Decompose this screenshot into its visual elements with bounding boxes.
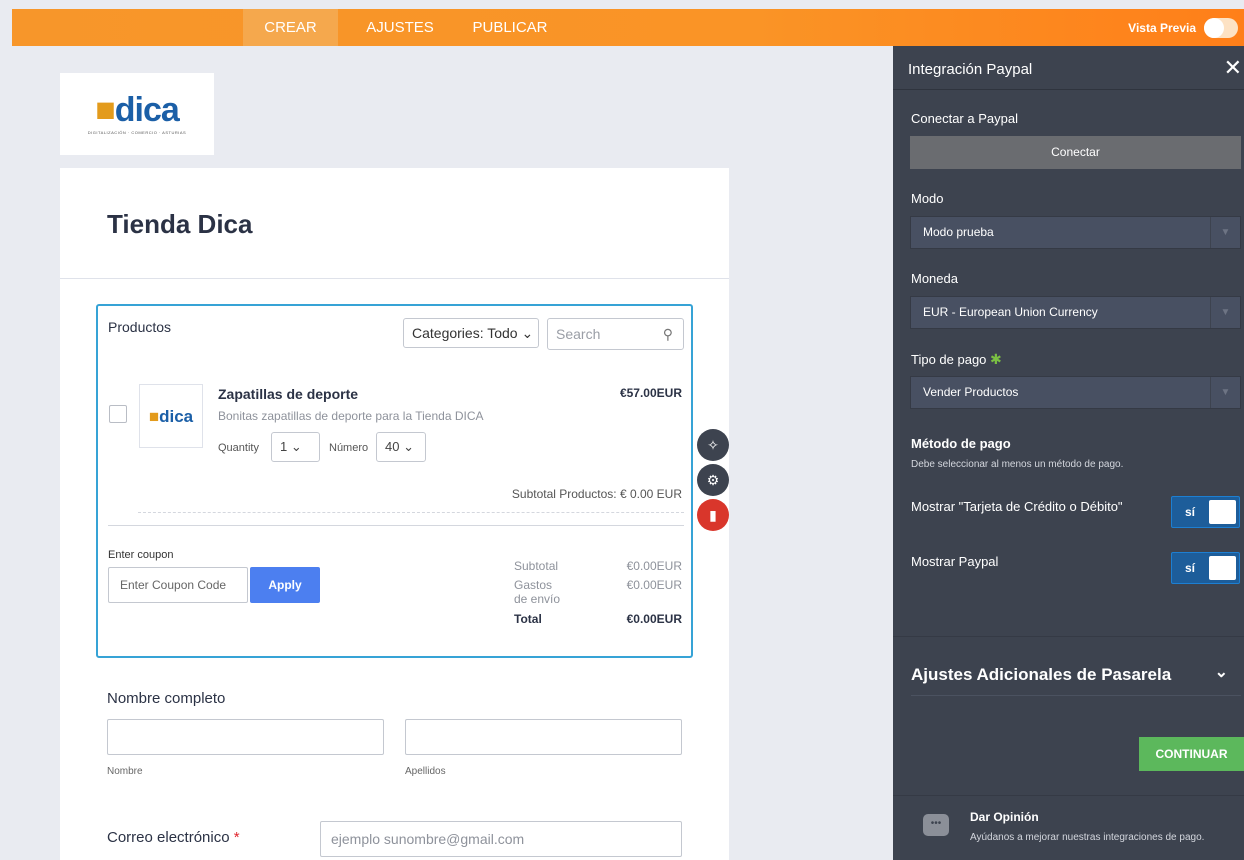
divider: [893, 795, 1244, 796]
close-icon[interactable]: ✕: [1224, 55, 1242, 81]
currency-label: Moneda: [911, 271, 958, 286]
preview-toggle[interactable]: [1204, 17, 1238, 38]
category-select[interactable]: Categories: Todo ⌄: [403, 318, 539, 348]
payment-type-select[interactable]: Vender Productos ▼: [910, 376, 1241, 409]
logo-tagline: DIGITALIZACIÓN · COMERCIO · ASTURIAS: [87, 130, 187, 135]
numero-label: Número: [329, 442, 369, 454]
last-name-sublabel: Apellidos: [405, 766, 446, 777]
subtotal-label: Subtotal: [514, 559, 559, 573]
preview-control: Vista Previa: [1128, 9, 1238, 46]
total-label: Total: [514, 612, 542, 626]
last-name-input[interactable]: [405, 719, 682, 755]
connect-label: Conectar a Paypal: [911, 111, 1018, 126]
form-title[interactable]: Tienda Dica: [107, 209, 252, 240]
paypal-integration-panel: Integración Paypal ✕ Conectar a Paypal C…: [893, 46, 1244, 860]
shipping-label-line2: de envío: [514, 592, 561, 606]
feedback-subtitle: Ayúdanos a mejorar nuestras integracione…: [970, 832, 1205, 843]
form-canvas: Tienda Dica Productos Categories: Todo ⌄…: [60, 168, 729, 860]
product-name: Zapatillas de deporte: [218, 386, 359, 402]
panel-title: Integración Paypal: [908, 61, 1033, 78]
payment-method-note: Debe seleccionar al menos un método de p…: [911, 459, 1124, 470]
product-list-widget[interactable]: Productos Categories: Todo ⌄ Search ⚲ ■d…: [96, 304, 693, 658]
feedback-title[interactable]: Dar Opinión: [970, 810, 1039, 824]
show-card-toggle[interactable]: sí: [1171, 496, 1240, 528]
panel-header: Integración Paypal ✕: [893, 46, 1244, 90]
caret-down-icon: ▼: [1210, 377, 1240, 408]
tab-publicar[interactable]: PUBLICAR: [460, 9, 560, 46]
product-checkbox[interactable]: [109, 405, 127, 423]
logo-wordmark: ■dica: [95, 91, 180, 129]
caret-down-icon: ▼: [1210, 217, 1240, 248]
show-paypal-toggle[interactable]: sí: [1171, 552, 1240, 584]
gear-icon[interactable]: ⚙: [697, 464, 729, 496]
form-logo[interactable]: ■dica DIGITALIZACIÓN · COMERCIO · ASTURI…: [60, 73, 214, 155]
coupon-label: Enter coupon: [108, 549, 174, 561]
coupon-input[interactable]: Enter Coupon Code: [108, 567, 248, 603]
chevron-down-icon: ⌄: [403, 439, 414, 454]
subtotal-value: €0.00EUR: [626, 559, 682, 573]
search-icon: ⚲: [662, 326, 673, 342]
chevron-down-icon: ⌄: [521, 325, 534, 341]
additional-settings-header[interactable]: Ajustes Adicionales de Pasarela: [911, 665, 1171, 685]
payment-type-label: Tipo de pago ✱: [911, 351, 1002, 367]
product-price: €57.00EUR: [619, 386, 682, 400]
products-label: Productos: [108, 319, 172, 335]
product-description: Bonitas zapatillas de deporte para la Ti…: [218, 409, 484, 423]
top-navigation-bar: CREAR AJUSTES PUBLICAR Vista Previa: [12, 9, 1244, 46]
quantity-select[interactable]: 1 ⌄: [271, 432, 320, 462]
tab-crear[interactable]: CREAR: [243, 9, 338, 46]
divider: [60, 278, 729, 279]
product-search-input[interactable]: Search ⚲: [547, 318, 684, 350]
email-field[interactable]: ejemplo sunombre@gmail.com: [320, 821, 682, 857]
magic-wand-icon[interactable]: ✧: [697, 429, 729, 461]
show-paypal-label: Mostrar Paypal: [911, 554, 999, 569]
mode-select[interactable]: Modo prueba ▼: [910, 216, 1241, 249]
show-card-label: Mostrar "Tarjeta de Crédito o Débito": [911, 499, 1123, 514]
caret-down-icon: ▼: [1210, 297, 1240, 328]
chat-bubble-icon: •••: [923, 814, 949, 836]
divider: [911, 695, 1241, 696]
mode-label: Modo: [911, 191, 944, 206]
first-name-sublabel: Nombre: [107, 766, 143, 777]
trash-icon[interactable]: ▮: [697, 499, 729, 531]
continue-button[interactable]: CONTINUAR: [1139, 737, 1244, 771]
numero-select[interactable]: 40 ⌄: [376, 432, 426, 462]
shopping-bag-icon: ■: [95, 91, 116, 129]
chevron-down-icon: ⌄: [290, 439, 302, 454]
first-name-input[interactable]: [107, 719, 384, 755]
quantity-label: Quantity: [218, 442, 259, 454]
shipping-label-line1: Gastos: [514, 578, 553, 592]
divider: [138, 512, 684, 513]
preview-label: Vista Previa: [1128, 20, 1196, 35]
chevron-down-icon[interactable]: ⌄: [1215, 662, 1228, 682]
payment-method-title: Método de pago: [911, 436, 1011, 451]
total-value: €0.00EUR: [626, 612, 682, 626]
full-name-label: Nombre completo: [107, 690, 226, 707]
apply-coupon-button[interactable]: Apply: [250, 567, 320, 603]
shipping-value: €0.00EUR: [626, 578, 682, 592]
required-star-icon: ✱: [990, 351, 1002, 367]
product-thumbnail: ■dica: [139, 384, 203, 448]
required-mark: *: [233, 829, 240, 846]
connect-button[interactable]: Conectar: [910, 136, 1241, 169]
currency-select[interactable]: EUR - European Union Currency ▼: [910, 296, 1241, 329]
divider: [893, 636, 1244, 637]
email-label: Correo electrónico *: [107, 829, 240, 846]
divider: [108, 525, 684, 526]
tab-ajustes[interactable]: AJUSTES: [350, 9, 450, 46]
subtotal-products: Subtotal Productos: € 0.00 EUR: [511, 487, 682, 501]
